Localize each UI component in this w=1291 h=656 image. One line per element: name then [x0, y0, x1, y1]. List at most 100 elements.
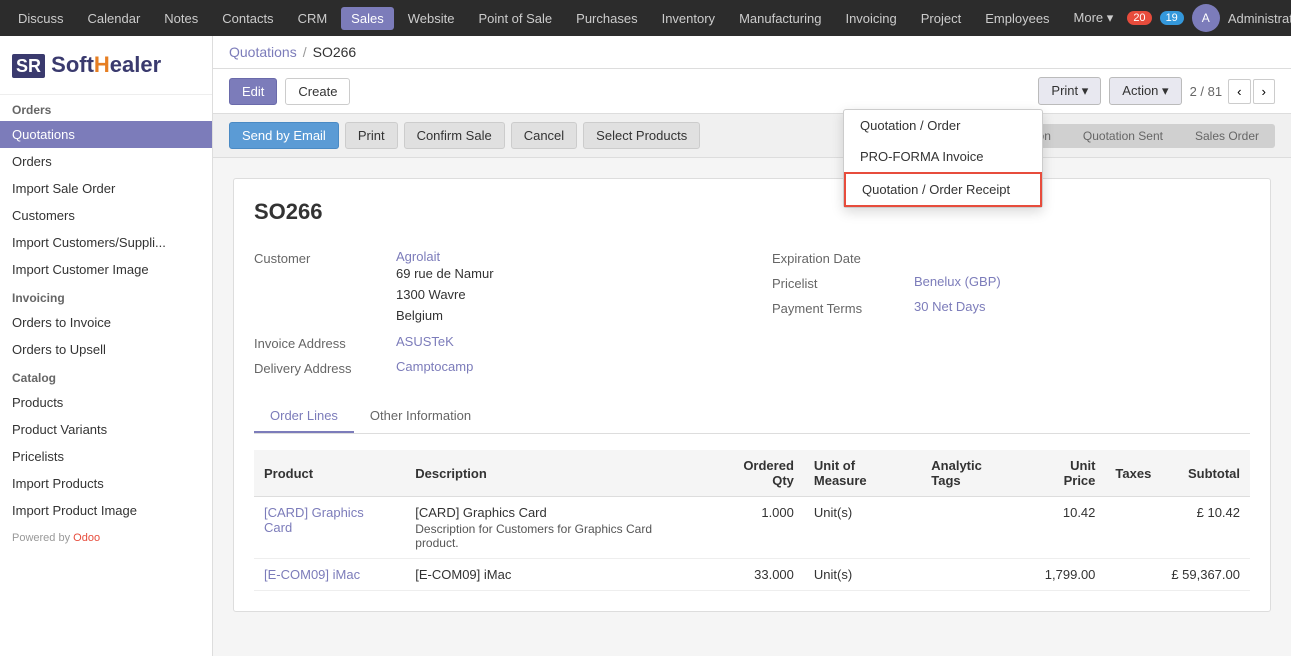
customer-label: Customer [254, 249, 384, 266]
sidebar-item-import-customers[interactable]: Import Customers/Suppli... [0, 229, 212, 256]
catalog-section-header: Catalog [0, 363, 212, 389]
pricelist-value[interactable]: Benelux (GBP) [914, 274, 1001, 289]
logo: SR SoftHealer [0, 36, 212, 95]
row1-product[interactable]: [CARD] Graphics Card [254, 497, 405, 559]
table-row: [CARD] Graphics Card [CARD] Graphics Car… [254, 497, 1250, 559]
row2-analytic [921, 559, 1024, 591]
nav-item-employees[interactable]: Employees [975, 7, 1059, 30]
nav-arrows: ‹ › [1228, 79, 1275, 104]
payment-terms-label: Payment Terms [772, 299, 902, 316]
dropdown-item-proforma[interactable]: PRO-FORMA Invoice [844, 141, 1042, 172]
sidebar-section-orders: Orders Quotations Orders Import Sale Ord… [0, 95, 212, 283]
pricelist-label: Pricelist [772, 274, 902, 291]
expiration-date-label: Expiration Date [772, 249, 902, 266]
col-qty: Ordered Qty [708, 450, 804, 497]
nav-item-discuss[interactable]: Discuss [8, 7, 74, 30]
tab-order-lines[interactable]: Order Lines [254, 400, 354, 433]
sidebar-item-import-products[interactable]: Import Products [0, 470, 212, 497]
edit-button[interactable]: Edit [229, 78, 277, 105]
pagination: 2 / 81 ‹ › [1190, 79, 1275, 104]
sidebar-item-products[interactable]: Products [0, 389, 212, 416]
action-bar: Send by Email Print Confirm Sale Cancel … [213, 114, 1291, 158]
table-row: [E-COM09] iMac [E-COM09] iMac 33.000 Uni… [254, 559, 1250, 591]
customer-address-line1: 69 rue de Namur [396, 264, 494, 285]
nav-item-crm[interactable]: CRM [288, 7, 338, 30]
invoice-address-value[interactable]: ASUSTeK [396, 334, 454, 349]
nav-item-pos[interactable]: Point of Sale [468, 7, 562, 30]
row2-unit-price: 1,799.00 [1025, 559, 1106, 591]
nav-item-more[interactable]: More ▾ [1064, 6, 1124, 30]
nav-item-website[interactable]: Website [398, 7, 465, 30]
sidebar-item-pricelists[interactable]: Pricelists [0, 443, 212, 470]
invoice-address-label: Invoice Address [254, 334, 384, 351]
top-navigation: Discuss Calendar Notes Contacts CRM Sale… [0, 0, 1291, 36]
breadcrumb-parent[interactable]: Quotations [229, 44, 297, 60]
admin-label: Administrator [1228, 11, 1291, 26]
tab-other-information[interactable]: Other Information [354, 400, 487, 433]
logo-text: SR SoftHealer [12, 52, 161, 77]
send-email-button[interactable]: Send by Email [229, 122, 339, 149]
col-product: Product [254, 450, 405, 497]
sidebar-item-import-sale-order[interactable]: Import Sale Order [0, 175, 212, 202]
nav-item-notes[interactable]: Notes [154, 7, 208, 30]
row2-description: [E-COM09] iMac [405, 559, 708, 591]
col-analytic: Analytic Tags [921, 450, 1024, 497]
print-action-button[interactable]: Print [345, 122, 398, 149]
sidebar-item-orders[interactable]: Orders [0, 148, 212, 175]
col-description: Description [405, 450, 708, 497]
sidebar-item-import-customer-image[interactable]: Import Customer Image [0, 256, 212, 283]
sidebar-item-orders-to-upsell[interactable]: Orders to Upsell [0, 336, 212, 363]
create-button[interactable]: Create [285, 78, 350, 105]
row2-qty: 33.000 [708, 559, 804, 591]
sidebar-section-invoicing: Invoicing Orders to Invoice Orders to Up… [0, 283, 212, 363]
nav-item-invoicing[interactable]: Invoicing [835, 7, 906, 30]
expiration-date-row: Expiration Date [772, 245, 1250, 270]
action-button[interactable]: Action ▾ [1109, 77, 1181, 105]
dropdown-item-quotation-order[interactable]: Quotation / Order [844, 110, 1042, 141]
confirm-sale-button[interactable]: Confirm Sale [404, 122, 505, 149]
nav-item-sales[interactable]: Sales [341, 7, 394, 30]
dropdown-item-receipt[interactable]: Quotation / Order Receipt [844, 172, 1042, 207]
payment-terms-value[interactable]: 30 Net Days [914, 299, 986, 314]
nav-item-calendar[interactable]: Calendar [78, 7, 151, 30]
badge-messages[interactable]: 20 [1127, 11, 1151, 25]
nav-item-contacts[interactable]: Contacts [212, 7, 283, 30]
step-quotation-sent[interactable]: Quotation Sent [1067, 124, 1179, 148]
col-taxes: Taxes [1105, 450, 1161, 497]
sidebar-item-orders-to-invoice[interactable]: Orders to Invoice [0, 309, 212, 336]
print-button[interactable]: Print ▾ [1038, 77, 1101, 105]
orders-section-header: Orders [0, 95, 212, 121]
nav-item-purchases[interactable]: Purchases [566, 7, 647, 30]
cancel-button[interactable]: Cancel [511, 122, 577, 149]
toolbar: Edit Create Print ▾ Action ▾ 2 / 81 ‹ › … [213, 69, 1291, 114]
customer-value: Agrolait 69 rue de Namur 1300 Wavre Belg… [396, 249, 494, 326]
delivery-address-value[interactable]: Camptocamp [396, 359, 473, 374]
avatar[interactable]: A [1192, 4, 1220, 32]
row1-qty: 1.000 [708, 497, 804, 559]
powered-by: Powered by Odoo [0, 524, 212, 552]
col-uom: Unit of Measure [804, 450, 921, 497]
nav-item-project[interactable]: Project [911, 7, 971, 30]
customer-name[interactable]: Agrolait [396, 249, 494, 264]
delivery-address-row: Delivery Address Camptocamp [254, 355, 732, 380]
prev-arrow[interactable]: ‹ [1228, 79, 1250, 104]
content-area: Quotations / SO266 Edit Create Print ▾ A… [213, 36, 1291, 656]
select-products-button[interactable]: Select Products [583, 122, 700, 149]
sidebar-item-customers[interactable]: Customers [0, 202, 212, 229]
customer-address-line3: Belgium [396, 306, 494, 327]
sidebar-item-quotations[interactable]: Quotations [0, 121, 212, 148]
row1-unit-price: 10.42 [1025, 497, 1106, 559]
step-sales-order[interactable]: Sales Order [1179, 124, 1275, 148]
sidebar-item-import-product-image[interactable]: Import Product Image [0, 497, 212, 524]
row2-product[interactable]: [E-COM09] iMac [254, 559, 405, 591]
sidebar-item-product-variants[interactable]: Product Variants [0, 416, 212, 443]
row1-description: [CARD] Graphics Card Description for Cus… [405, 497, 708, 559]
so-number: SO266 [254, 199, 1250, 225]
nav-item-manufacturing[interactable]: Manufacturing [729, 7, 831, 30]
row1-uom: Unit(s) [804, 497, 921, 559]
badge-notifications[interactable]: 19 [1160, 11, 1184, 25]
next-arrow[interactable]: › [1253, 79, 1275, 104]
row1-analytic [921, 497, 1024, 559]
sidebar: SR SoftHealer Orders Quotations Orders I… [0, 36, 213, 656]
nav-item-inventory[interactable]: Inventory [652, 7, 725, 30]
